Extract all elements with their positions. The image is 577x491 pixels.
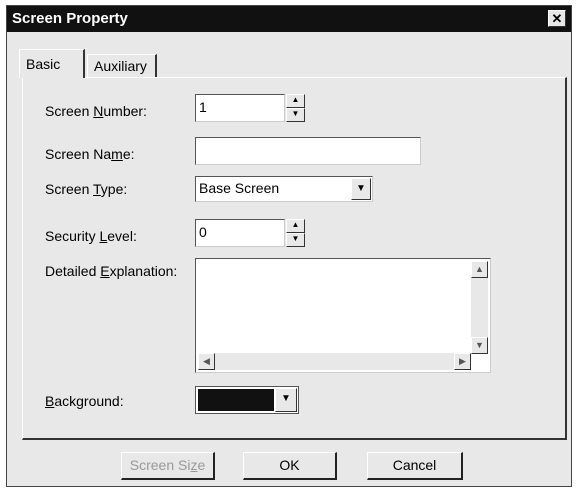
- screen-number-spinner[interactable]: ▲ ▼: [286, 94, 305, 122]
- close-button[interactable]: ✕: [548, 10, 566, 27]
- security-level-input[interactable]: 0: [195, 219, 285, 247]
- scroll-left-icon[interactable]: ◀: [198, 353, 215, 370]
- screen-type-label: Screen Type:: [45, 181, 128, 197]
- detailed-explanation-label: Detailed Explanation:: [45, 263, 178, 279]
- dialog-title: Screen Property: [12, 10, 128, 27]
- security-level-label: Security Level:: [45, 228, 137, 244]
- tab-auxiliary[interactable]: Auxiliary: [87, 54, 157, 78]
- background-label: Background:: [45, 393, 124, 409]
- screen-property-dialog: Screen Property ✕ Basic Auxiliary Screen…: [6, 5, 572, 487]
- screen-type-select[interactable]: Base Screen ▼: [195, 176, 373, 202]
- scroll-down-icon[interactable]: ▼: [471, 337, 488, 354]
- screen-number-label: Screen Number:: [45, 103, 147, 119]
- chevron-down-icon[interactable]: ▼: [351, 178, 371, 200]
- detailed-explanation-textarea[interactable]: ▲ ▼ ◀ ▶: [195, 258, 491, 373]
- cancel-button[interactable]: Cancel: [367, 452, 463, 480]
- chevron-down-icon[interactable]: ▼: [275, 388, 297, 412]
- tab-basic-label: Basic: [26, 56, 61, 72]
- scroll-right-icon[interactable]: ▶: [454, 353, 471, 370]
- background-color-picker[interactable]: ▼: [195, 386, 299, 414]
- spin-up-icon[interactable]: ▲: [286, 219, 305, 233]
- tab-basic[interactable]: Basic: [19, 49, 85, 78]
- spin-up-icon[interactable]: ▲: [286, 94, 305, 108]
- screen-name-input[interactable]: [195, 137, 421, 165]
- spin-down-icon[interactable]: ▼: [286, 108, 305, 122]
- screen-size-button[interactable]: Screen Size: [121, 452, 215, 480]
- security-level-spinner[interactable]: ▲ ▼: [286, 219, 305, 247]
- screen-number-input[interactable]: 1: [195, 94, 285, 122]
- scroll-up-icon[interactable]: ▲: [471, 261, 488, 278]
- background-color-swatch: [198, 389, 274, 411]
- title-bar: Screen Property ✕: [7, 6, 571, 32]
- tab-auxiliary-label: Auxiliary: [94, 58, 147, 74]
- ok-button[interactable]: OK: [243, 452, 337, 480]
- horizontal-scrollbar[interactable]: ◀ ▶: [198, 353, 471, 370]
- spin-down-icon[interactable]: ▼: [286, 233, 305, 247]
- screen-name-label: Screen Name:: [45, 146, 135, 162]
- close-icon: ✕: [551, 11, 563, 26]
- vertical-scrollbar[interactable]: ▲ ▼: [471, 261, 488, 354]
